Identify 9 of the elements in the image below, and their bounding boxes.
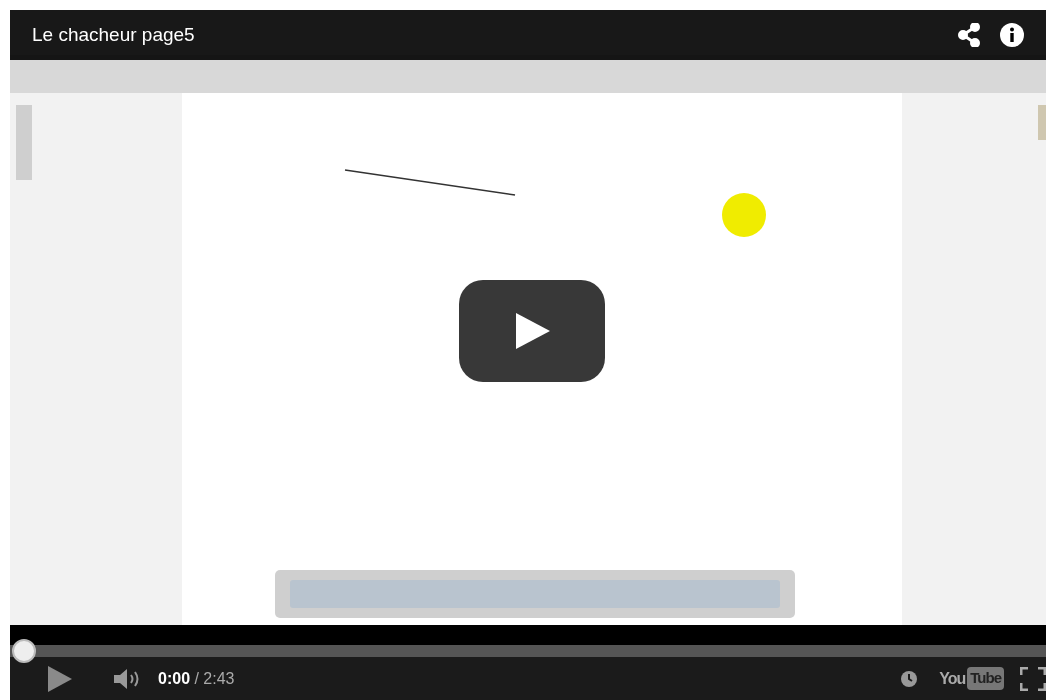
info-icon[interactable]	[1000, 23, 1024, 47]
clock-icon[interactable]	[901, 670, 918, 687]
total-duration: / 2:43	[193, 668, 235, 689]
share-icon[interactable]	[958, 23, 980, 47]
play-button[interactable]	[459, 280, 605, 382]
play-icon[interactable]	[48, 665, 72, 692]
fullscreen-icon[interactable]	[1020, 666, 1046, 691]
video-title[interactable]: Le chacheur page5	[32, 20, 195, 50]
current-time: 0:00	[158, 668, 191, 689]
